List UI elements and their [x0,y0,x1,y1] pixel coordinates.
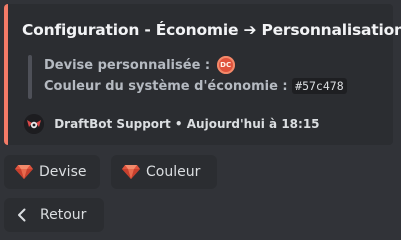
devise-button[interactable]: Devise [4,155,100,189]
gem-icon [15,165,33,179]
retour-button[interactable]: Retour [4,198,104,232]
embed-title: Configuration - Économie ➔ Personnalisat… [22,21,401,39]
author-avatar-icon [24,114,44,134]
retour-button-label: Retour [40,207,87,223]
field-color-label: Couleur du système d'économie : [44,79,288,94]
chevron-left-icon [18,208,26,222]
footer-author: DraftBot Support [54,117,171,131]
embed-footer: DraftBot Support • Aujourd'hui à 18:15 [24,114,320,134]
field-currency-label: Devise personnalisée : [44,58,211,73]
couleur-button-label: Couleur [146,164,201,180]
embed-card: Configuration - Économie ➔ Personnalisat… [4,4,401,145]
couleur-button[interactable]: Couleur [111,155,217,189]
footer-separator: • [174,117,183,131]
devise-button-label: Devise [39,164,87,180]
dc-coin-icon [216,56,235,74]
field-color: Couleur du système d'économie : #57c478 [44,78,347,94]
gem-icon [122,165,140,179]
footer-time: Aujourd'hui à 18:15 [186,117,320,131]
quote-bar [28,55,32,99]
field-currency: Devise personnalisée : [44,56,235,74]
color-code: #57c478 [292,78,347,94]
